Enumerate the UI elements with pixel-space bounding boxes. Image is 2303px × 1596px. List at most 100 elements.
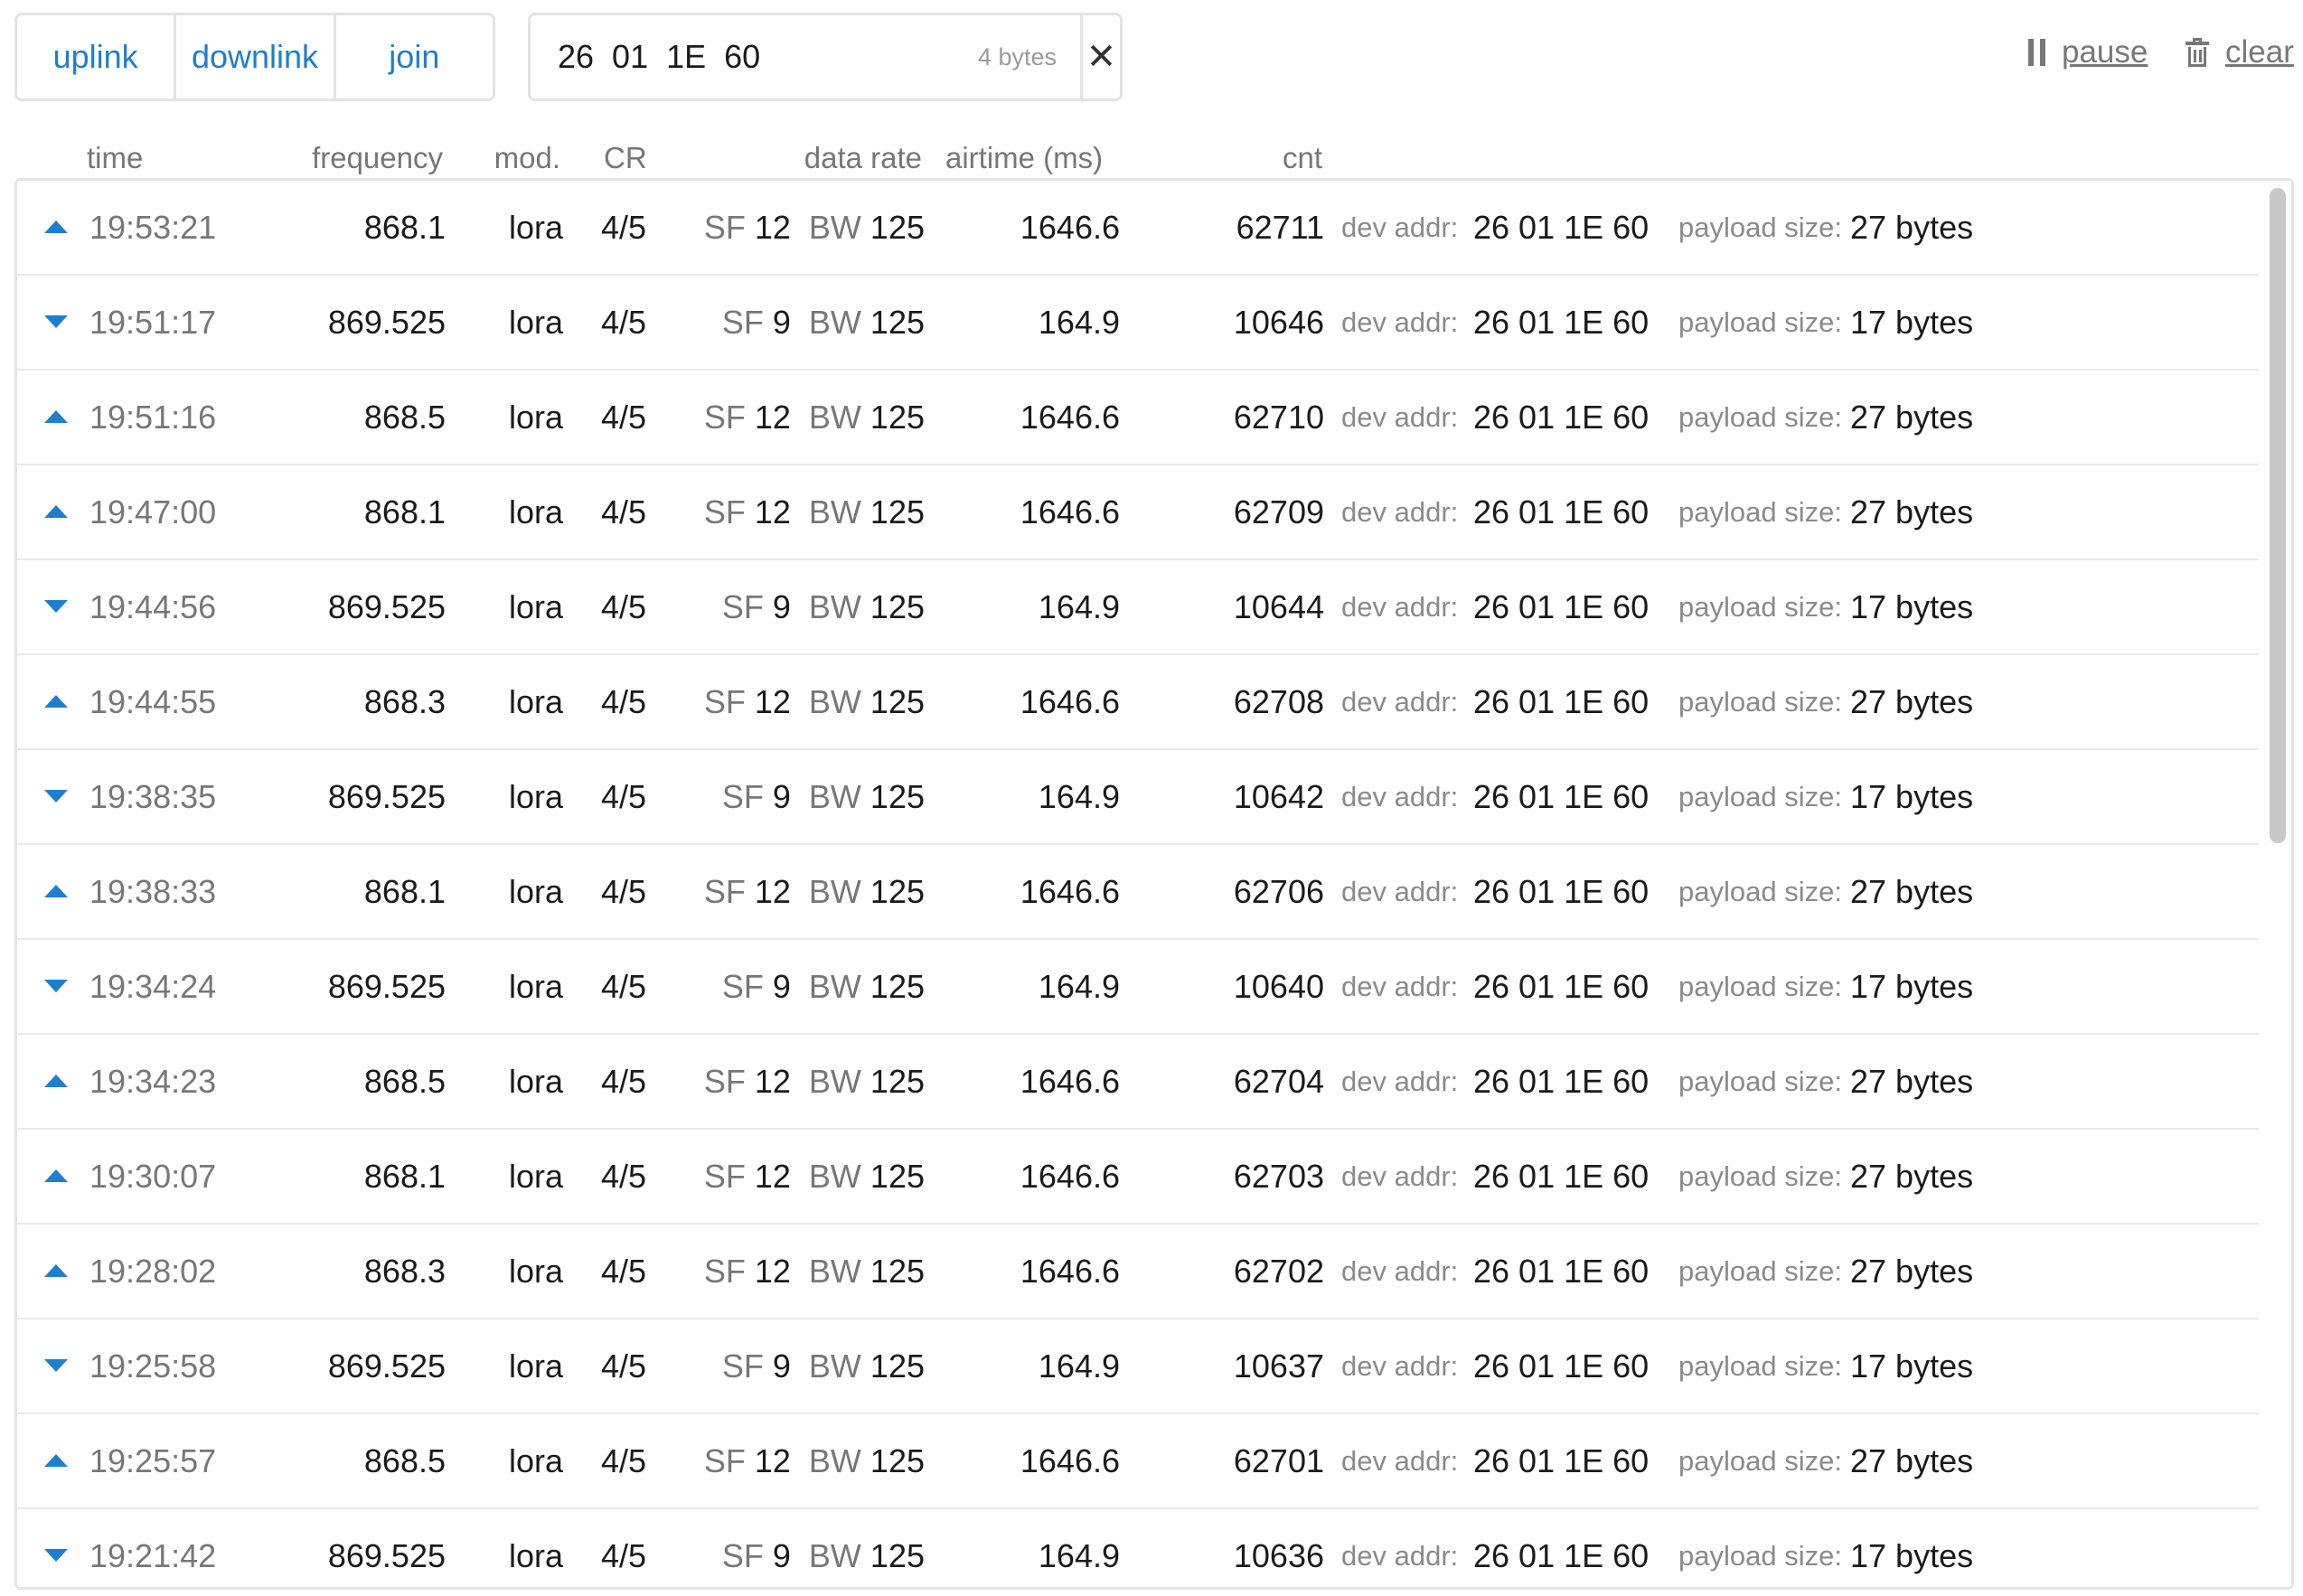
downlink-filter-button[interactable]: downlink bbox=[174, 15, 333, 99]
payload-size-label: payload size: bbox=[1678, 401, 1842, 433]
row-frequency: 868.5 bbox=[363, 399, 446, 436]
row-payload-size: 17 bytes bbox=[1850, 304, 1974, 341]
row-dev-addr[interactable]: 26 01 1E 60 bbox=[1473, 1319, 1649, 1413]
row-dev-addr[interactable]: 26 01 1E 60 bbox=[1473, 940, 1649, 1033]
row-frequency: 868.1 bbox=[363, 209, 446, 246]
dev-addr-label: dev addr: bbox=[1341, 781, 1459, 812]
row-payload-size: 27 bytes bbox=[1850, 1158, 1974, 1195]
row-time: 19:38:35 bbox=[89, 778, 217, 815]
row-coding-rate: 4/5 bbox=[601, 778, 647, 815]
uplink-arrow-icon[interactable] bbox=[44, 1075, 68, 1087]
row-cnt: 10637 bbox=[1233, 1347, 1324, 1385]
row-sf: 9 bbox=[772, 968, 791, 1005]
table-row[interactable]: 19:51:16 868.5 lora 4/5 SF 12 BW 125 1646.6 62… bbox=[17, 371, 2259, 465]
row-modulation: lora bbox=[508, 1442, 563, 1479]
row-coding-rate: 4/5 bbox=[601, 968, 647, 1005]
row-bw: 125 bbox=[870, 209, 925, 246]
row-dev-addr[interactable]: 26 01 1E 60 bbox=[1473, 465, 1649, 559]
row-bw: 125 bbox=[870, 493, 925, 530]
row-frequency: 869.525 bbox=[327, 1537, 446, 1574]
row-airtime: 164.9 bbox=[1038, 1537, 1120, 1574]
row-dev-addr[interactable]: 26 01 1E 60 bbox=[1473, 276, 1649, 369]
row-coding-rate: 4/5 bbox=[601, 304, 647, 341]
table-row[interactable]: 19:34:24 869.525 lora 4/5 SF 9 BW 125 164.9 10… bbox=[17, 940, 2259, 1035]
row-sf: 12 bbox=[754, 1158, 791, 1195]
row-data-rate: SF 9 BW 125 bbox=[650, 560, 925, 653]
row-dev-addr[interactable]: 26 01 1E 60 bbox=[1473, 181, 1649, 274]
row-modulation: lora bbox=[508, 209, 563, 246]
row-dev-addr[interactable]: 26 01 1E 60 bbox=[1473, 1225, 1649, 1318]
payload-size-label: payload size: bbox=[1678, 971, 1842, 1002]
pause-icon bbox=[2028, 39, 2045, 66]
clear-filter-button[interactable]: ✕ bbox=[1080, 15, 1120, 99]
address-filter-input[interactable] bbox=[531, 15, 978, 99]
row-frequency: 868.3 bbox=[363, 1253, 446, 1290]
row-dev-addr[interactable]: 26 01 1E 60 bbox=[1473, 1130, 1649, 1223]
vertical-scrollbar[interactable] bbox=[2268, 188, 2286, 1576]
downlink-arrow-icon[interactable] bbox=[44, 980, 68, 992]
row-dev-addr[interactable]: 26 01 1E 60 bbox=[1473, 750, 1649, 843]
row-cnt: 62703 bbox=[1233, 1158, 1324, 1195]
sf-label: SF bbox=[703, 1158, 746, 1195]
row-time: 19:28:02 bbox=[89, 1253, 217, 1290]
row-dev-addr[interactable]: 26 01 1E 60 bbox=[1473, 845, 1649, 938]
uplink-filter-button[interactable]: uplink bbox=[17, 15, 174, 99]
table-row[interactable]: 19:25:58 869.525 lora 4/5 SF 9 BW 125 164.9 10… bbox=[17, 1319, 2259, 1414]
uplink-arrow-icon[interactable] bbox=[44, 410, 68, 423]
bw-label: BW bbox=[808, 1158, 861, 1195]
row-airtime: 164.9 bbox=[1038, 304, 1120, 341]
table-row[interactable]: 19:25:57 868.5 lora 4/5 SF 12 BW 125 1646.6 62… bbox=[17, 1414, 2259, 1509]
table-row[interactable]: 19:38:33 868.1 lora 4/5 SF 12 BW 125 1646.6 62… bbox=[17, 845, 2259, 940]
table-row[interactable]: 19:30:07 868.1 lora 4/5 SF 12 BW 125 1646.6 62… bbox=[17, 1130, 2259, 1225]
row-dev-addr[interactable]: 26 01 1E 60 bbox=[1473, 371, 1649, 464]
row-dev-addr[interactable]: 26 01 1E 60 bbox=[1473, 1414, 1649, 1507]
row-dev-addr[interactable]: 26 01 1E 60 bbox=[1473, 560, 1649, 653]
payload-size-label: payload size: bbox=[1678, 1160, 1842, 1192]
table-row[interactable]: 19:44:56 869.525 lora 4/5 SF 9 BW 125 164.9 10… bbox=[17, 560, 2259, 655]
row-coding-rate: 4/5 bbox=[601, 873, 647, 910]
row-bw: 125 bbox=[870, 399, 925, 436]
downlink-arrow-icon[interactable] bbox=[44, 1549, 68, 1562]
uplink-arrow-icon[interactable] bbox=[44, 695, 68, 708]
pause-button[interactable]: pause bbox=[2028, 34, 2148, 70]
column-header-time: time bbox=[87, 141, 144, 174]
row-data-rate: SF 12 BW 125 bbox=[650, 181, 925, 274]
row-cnt: 62701 bbox=[1233, 1442, 1324, 1479]
row-modulation: lora bbox=[508, 778, 563, 815]
row-sf: 12 bbox=[754, 1442, 791, 1479]
uplink-arrow-icon[interactable] bbox=[44, 1264, 68, 1277]
join-filter-button[interactable]: join bbox=[333, 15, 493, 99]
table-row[interactable]: 19:47:00 868.1 lora 4/5 SF 12 BW 125 1646.6 62… bbox=[17, 465, 2259, 560]
row-time: 19:47:00 bbox=[89, 493, 217, 530]
scrollbar-thumb[interactable] bbox=[2270, 188, 2286, 843]
row-airtime: 1646.6 bbox=[1020, 1442, 1120, 1479]
payload-size-label: payload size: bbox=[1678, 306, 1842, 338]
table-row[interactable]: 19:28:02 868.3 lora 4/5 SF 12 BW 125 1646.6 62… bbox=[17, 1225, 2259, 1319]
uplink-arrow-icon[interactable] bbox=[44, 505, 68, 518]
uplink-arrow-icon[interactable] bbox=[44, 885, 68, 897]
row-data-rate: SF 12 BW 125 bbox=[650, 1414, 925, 1507]
uplink-arrow-icon[interactable] bbox=[44, 1169, 68, 1182]
uplink-arrow-icon[interactable] bbox=[44, 221, 68, 233]
row-data-rate: SF 9 BW 125 bbox=[650, 1319, 925, 1413]
row-dev-addr[interactable]: 26 01 1E 60 bbox=[1473, 1509, 1649, 1587]
table-row[interactable]: 19:44:55 868.3 lora 4/5 SF 12 BW 125 1646.6 62… bbox=[17, 655, 2259, 750]
row-dev-addr[interactable]: 26 01 1E 60 bbox=[1473, 1035, 1649, 1128]
table-row[interactable]: 19:34:23 868.5 lora 4/5 SF 12 BW 125 1646.6 62… bbox=[17, 1035, 2259, 1130]
row-time: 19:25:57 bbox=[89, 1442, 217, 1479]
bw-label: BW bbox=[808, 1253, 861, 1290]
row-airtime: 164.9 bbox=[1038, 588, 1120, 625]
bw-label: BW bbox=[808, 968, 861, 1005]
row-coding-rate: 4/5 bbox=[601, 1442, 647, 1479]
uplink-arrow-icon[interactable] bbox=[44, 1454, 68, 1467]
table-row[interactable]: 19:38:35 869.525 lora 4/5 SF 9 BW 125 164.9 10… bbox=[17, 750, 2259, 845]
clear-button[interactable]: clear bbox=[2186, 34, 2294, 70]
table-row[interactable]: 19:53:21 868.1 lora 4/5 SF 12 BW 125 1646.6 62… bbox=[17, 181, 2259, 276]
downlink-arrow-icon[interactable] bbox=[44, 1359, 68, 1372]
downlink-arrow-icon[interactable] bbox=[44, 790, 68, 803]
row-dev-addr[interactable]: 26 01 1E 60 bbox=[1473, 655, 1649, 748]
table-row[interactable]: 19:51:17 869.525 lora 4/5 SF 9 BW 125 164.9 10… bbox=[17, 276, 2259, 371]
table-row[interactable]: 19:21:42 869.525 lora 4/5 SF 9 BW 125 164.9 10… bbox=[17, 1509, 2259, 1587]
downlink-arrow-icon[interactable] bbox=[44, 315, 68, 328]
downlink-arrow-icon[interactable] bbox=[44, 600, 68, 613]
